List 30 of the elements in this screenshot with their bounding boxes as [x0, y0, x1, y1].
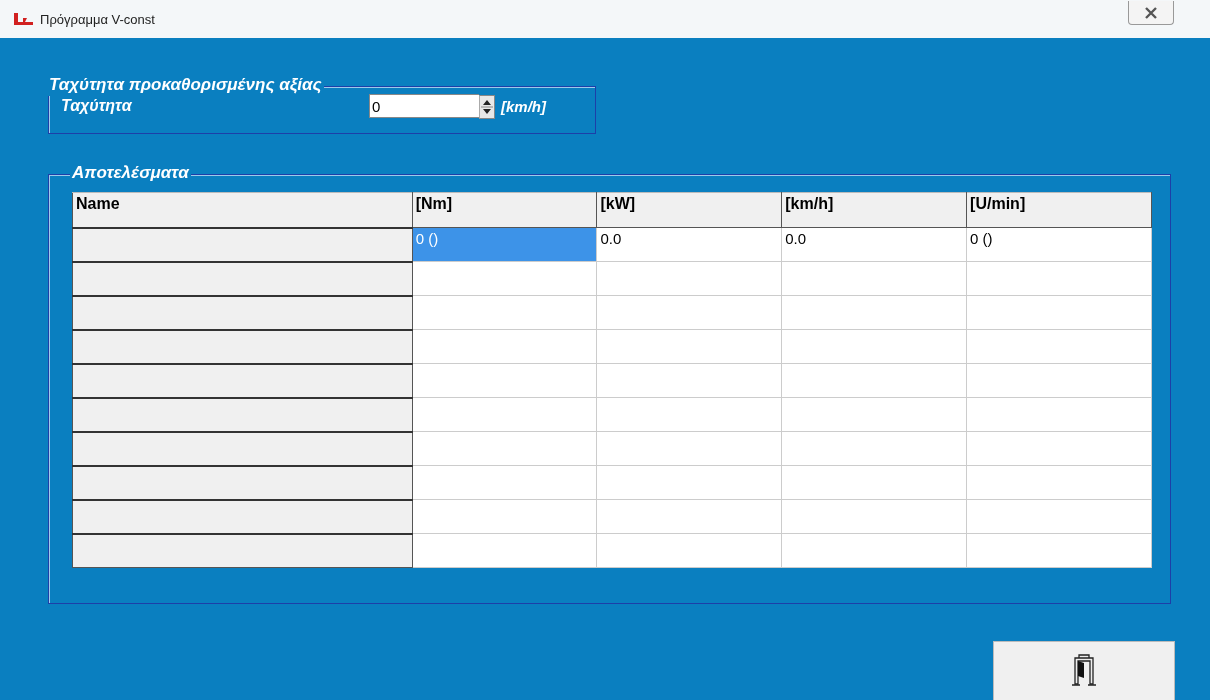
row-header[interactable] [72, 227, 413, 262]
unit-label: [km/h] [501, 97, 546, 115]
close-icon [1144, 6, 1158, 19]
row-header[interactable] [72, 533, 413, 568]
row-header[interactable] [72, 499, 413, 534]
column-header[interactable]: [kW] [596, 192, 782, 228]
table-cell[interactable]: 0.0 [781, 227, 967, 262]
close-button[interactable] [1128, 1, 1174, 25]
table-cell[interactable]: 0 () [966, 227, 1152, 262]
column-header[interactable]: [U/min] [966, 192, 1152, 228]
row-header[interactable] [72, 261, 413, 296]
group-title: Ταχύτητα προκαθορισμένης αξίας [47, 76, 324, 96]
door-icon [1071, 654, 1097, 688]
column-header[interactable]: [Nm] [412, 192, 597, 228]
row-header[interactable] [72, 465, 413, 500]
speed-spin-field[interactable]: 0 [369, 94, 479, 118]
row-header[interactable] [72, 329, 413, 364]
exit-button[interactable] [993, 641, 1175, 700]
row-header[interactable] [72, 363, 413, 398]
app-logo-icon [12, 11, 34, 27]
spin-arrows-icon[interactable] [479, 95, 495, 119]
column-header[interactable]: Name [72, 192, 413, 228]
column-header[interactable]: [km/h] [781, 192, 967, 228]
row-header[interactable] [72, 295, 413, 330]
row-header[interactable] [72, 431, 413, 466]
row-header[interactable] [72, 397, 413, 432]
window-title: Πρόγραμμα V-const [40, 11, 155, 27]
table-cell[interactable]: 0.0 [596, 227, 782, 262]
group-title: Αποτελέσματα [70, 164, 191, 184]
field-label: Ταχύτητα [61, 97, 133, 115]
